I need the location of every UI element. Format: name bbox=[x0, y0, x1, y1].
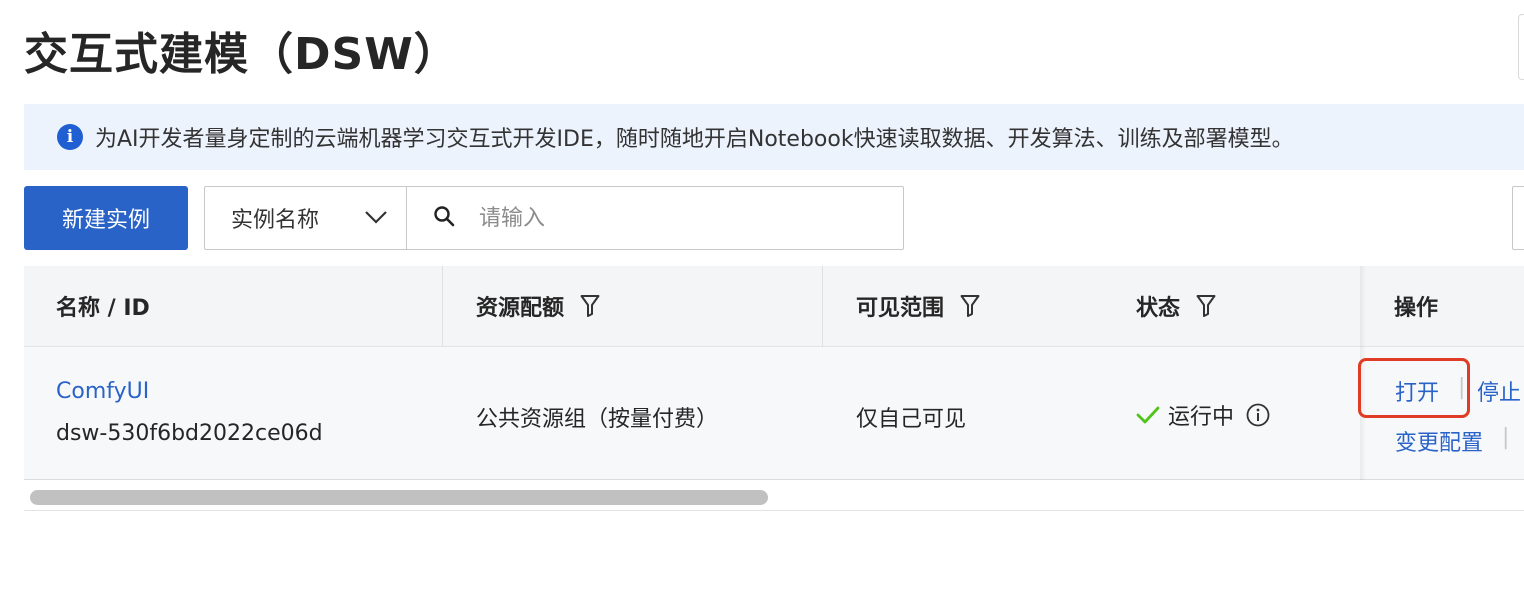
column-divider bbox=[442, 266, 443, 346]
check-icon bbox=[1136, 405, 1160, 425]
search-field-select[interactable]: 实例名称 bbox=[205, 187, 407, 249]
header-action-button[interactable] bbox=[1518, 14, 1524, 80]
horizontal-scrollbar[interactable] bbox=[24, 482, 1524, 511]
change-config-action-link[interactable]: 变更配置 bbox=[1395, 425, 1483, 457]
column-header-actions-label: 操作 bbox=[1394, 296, 1439, 321]
info-banner: i 为AI开发者量身定制的云端机器学习交互式开发IDE，随时随地开启Notebo… bbox=[24, 104, 1524, 170]
search-box bbox=[407, 187, 903, 249]
action-divider: | bbox=[1502, 425, 1510, 450]
info-circle-icon[interactable] bbox=[1246, 403, 1270, 427]
filter-icon[interactable] bbox=[580, 294, 600, 318]
column-header-resource-label: 资源配额 bbox=[476, 296, 565, 321]
column-header-status-label: 状态 bbox=[1136, 296, 1181, 321]
visibility: 仅自己可见 bbox=[856, 407, 967, 432]
chevron-down-icon bbox=[364, 209, 388, 228]
create-instance-button[interactable]: 新建实例 bbox=[24, 186, 188, 250]
search-input[interactable] bbox=[477, 204, 861, 232]
search-field-label: 实例名称 bbox=[231, 208, 320, 233]
info-banner-text: 为AI开发者量身定制的云端机器学习交互式开发IDE，随时随地开启Notebook… bbox=[95, 127, 1294, 152]
highlight-annotation bbox=[1358, 358, 1470, 418]
scrollbar-thumb[interactable] bbox=[30, 490, 768, 505]
search-icon bbox=[433, 205, 455, 231]
column-header-visibility: 可见范围 bbox=[856, 266, 980, 346]
status-text: 运行中 bbox=[1168, 405, 1235, 430]
filter-icon[interactable] bbox=[960, 294, 980, 318]
column-header-status: 状态 bbox=[1136, 266, 1216, 346]
search-group: 实例名称 bbox=[204, 186, 904, 250]
resource-quota: 公共资源组（按量付费） bbox=[476, 407, 719, 432]
stop-action-link[interactable]: 停止 bbox=[1477, 375, 1521, 407]
status-cell: 运行中 bbox=[1136, 399, 1270, 431]
filter-icon[interactable] bbox=[1196, 294, 1216, 318]
column-header-resource: 资源配额 bbox=[476, 266, 600, 346]
page-title: 交互式建模（DSW） bbox=[24, 29, 459, 80]
column-divider bbox=[822, 266, 823, 346]
column-header-name-label: 名称 / ID bbox=[56, 296, 150, 321]
table-row: ComfyUI dsw-530f6bd2022ce06d 公共资源组（按量付费）… bbox=[24, 347, 1524, 480]
column-header-name: 名称 / ID bbox=[56, 266, 150, 346]
table-header: 名称 / ID 资源配额 可见范围 状态 操作 bbox=[24, 266, 1524, 347]
info-icon: i bbox=[57, 124, 83, 150]
refresh-button[interactable] bbox=[1512, 186, 1524, 250]
column-header-actions: 操作 bbox=[1394, 266, 1438, 346]
column-header-visibility-label: 可见范围 bbox=[856, 296, 945, 321]
instance-id: dsw-530f6bd2022ce06d bbox=[56, 421, 323, 446]
instance-name-link[interactable]: ComfyUI bbox=[56, 379, 149, 404]
